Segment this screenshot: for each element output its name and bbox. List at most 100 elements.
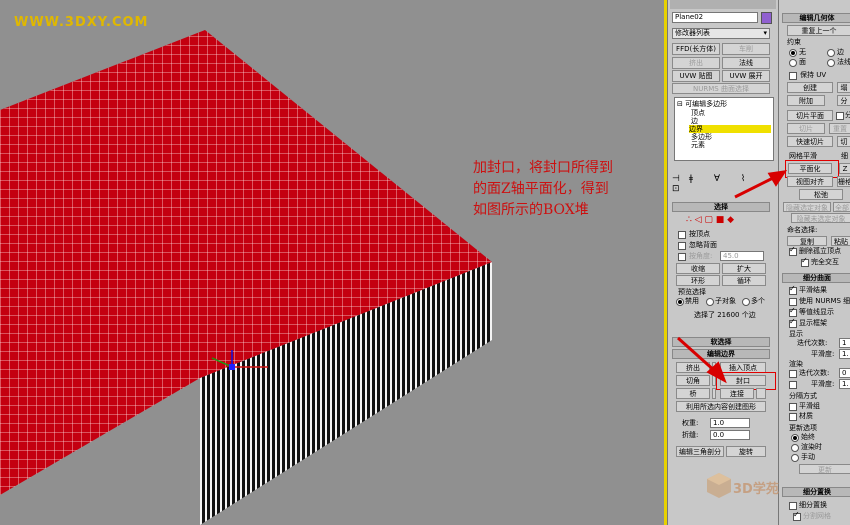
render-iter-checkbox[interactable]: [789, 370, 797, 378]
object-color-swatch[interactable]: [761, 12, 772, 24]
hide-unselected-button[interactable]: 隐藏未选定对象: [791, 213, 850, 223]
ring-button[interactable]: 环形: [676, 275, 720, 286]
stack-item-edge[interactable]: 边: [691, 117, 698, 125]
normal-mod-button[interactable]: 法线: [722, 57, 770, 69]
shrink-button[interactable]: 收缩: [676, 263, 720, 274]
uvw-unwrap-button[interactable]: UVW 展开: [722, 70, 770, 82]
tessellate-button[interactable]: 细: [841, 152, 848, 161]
repeat-last-button[interactable]: 重复上一个: [787, 25, 850, 36]
smoothing-groups-checkbox[interactable]: [789, 403, 797, 411]
stack-item-element[interactable]: 元素: [691, 141, 705, 149]
preview-off-radio[interactable]: [676, 298, 684, 306]
unhide-all-button[interactable]: 全部: [833, 202, 850, 212]
preserve-uv-checkbox[interactable]: [789, 72, 797, 80]
stack-item-border[interactable]: 边界: [689, 125, 771, 133]
stack-item-vertex[interactable]: 顶点: [691, 109, 705, 117]
create-button[interactable]: 创建: [787, 82, 833, 93]
soft-selection-rollout[interactable]: 软选择: [672, 337, 770, 347]
weight-label: 权重:: [682, 419, 699, 427]
angle-field[interactable]: 45.0: [720, 251, 764, 261]
paste-button[interactable]: 粘贴: [831, 236, 850, 246]
use-nurms-label: 使用 NURMS 细分: [799, 297, 850, 305]
uvw-map-button[interactable]: UVW 贴图: [672, 70, 720, 82]
relax-button[interactable]: 松弛: [799, 189, 843, 200]
split-checkbox[interactable]: [836, 112, 844, 120]
loop-button[interactable]: 循环: [722, 275, 766, 286]
grow-button[interactable]: 扩大: [722, 263, 766, 274]
full-interact-checkbox[interactable]: [801, 256, 809, 267]
modifier-list-dropdown[interactable]: 修改器列表 ▾: [672, 28, 770, 39]
cut-button[interactable]: 切: [837, 136, 850, 147]
by-angle-checkbox[interactable]: [678, 253, 686, 261]
edit-geometry-rollout[interactable]: 编辑几何体: [782, 13, 850, 23]
connect-button[interactable]: 连接: [720, 388, 754, 399]
isoline-checkbox[interactable]: [789, 306, 797, 317]
constraint-face-radio[interactable]: [789, 59, 797, 67]
selection-rollout-header[interactable]: 选择: [672, 202, 770, 212]
subobject-icons[interactable]: ∴ ◁ ▢ ■ ◆: [686, 215, 734, 225]
constraint-edge-radio[interactable]: [827, 49, 835, 57]
weight-field[interactable]: 1.0: [710, 418, 750, 428]
constraint-normal-radio[interactable]: [827, 59, 835, 67]
update-manual-radio[interactable]: [791, 454, 799, 462]
attach-button[interactable]: 附加: [787, 95, 825, 106]
render-smoothness-field[interactable]: 1.: [839, 379, 850, 389]
reset-plane-button[interactable]: 重置: [829, 123, 850, 134]
hide-selected-button[interactable]: 隐藏选定对象: [783, 202, 831, 212]
quickslice-button[interactable]: 快速切片: [787, 136, 833, 147]
modifier-stack[interactable]: ⊟ 可编辑多边形 顶点 边 边界 多边形 元素: [674, 97, 774, 161]
show-cage-checkbox[interactable]: [789, 317, 797, 328]
collapse-button[interactable]: 塌: [837, 82, 850, 93]
constraint-none-radio[interactable]: [789, 49, 797, 57]
slice-plane-button[interactable]: 切片平面: [787, 110, 833, 121]
perspective-viewport[interactable]: WWW.3DXY.COM 加封口，将封口所得到 的面Z轴平面化，得到 如图所示的…: [0, 0, 664, 525]
by-vertex-checkbox[interactable]: [678, 231, 686, 239]
render-iterations-field[interactable]: 0: [839, 368, 850, 378]
bridge-settings-icon[interactable]: [712, 388, 716, 399]
slice-button[interactable]: 切片: [787, 123, 825, 134]
delete-isolated-label: 删除孤立顶点: [799, 247, 841, 255]
stack-item-polygon[interactable]: 多边形: [691, 133, 712, 141]
object-name-field[interactable]: Plane02: [672, 12, 758, 23]
iterations-field[interactable]: 1: [839, 338, 850, 348]
geometry-panel: 编辑几何体 重复上一个 约束 无 边 面 法线 保持 UV 创建 塌 附加 分 …: [778, 0, 850, 525]
bridge-button[interactable]: 桥: [676, 388, 710, 399]
grid-align-button[interactable]: 栅格: [837, 176, 850, 187]
update-render-radio[interactable]: [791, 444, 799, 452]
subdiv-displacement-rollout[interactable]: 细分置换: [782, 487, 850, 497]
ignore-backface-checkbox[interactable]: [678, 242, 686, 250]
detach-button[interactable]: 分: [837, 95, 850, 106]
preview-sub-radio[interactable]: [706, 298, 714, 306]
connect-settings-icon[interactable]: [756, 388, 766, 399]
extrude-mod-button[interactable]: 挤出: [672, 57, 720, 69]
nurms-select-button[interactable]: NURMS 曲面选择: [672, 83, 770, 94]
update-button[interactable]: 更新: [799, 464, 850, 474]
view-align-button[interactable]: 视图对齐: [787, 176, 833, 187]
split-mesh-checkbox[interactable]: [793, 510, 801, 521]
smoothness-field[interactable]: 1.: [839, 349, 850, 359]
crease-field[interactable]: 0.0: [710, 430, 750, 440]
preview-multi-radio[interactable]: [742, 298, 750, 306]
create-shape-button[interactable]: 利用所选内容创建图形: [676, 401, 766, 412]
edit-borders-rollout[interactable]: 编辑边界: [672, 349, 770, 359]
stack-toolbar[interactable]: ⊣ǂ ∀ ⌇ ⊡: [672, 174, 770, 194]
extrude-button[interactable]: 挤出: [676, 362, 710, 373]
materials-checkbox[interactable]: [789, 413, 797, 421]
subdiv-disp-checkbox[interactable]: [789, 502, 797, 510]
update-always-radio[interactable]: [791, 434, 799, 442]
turn-button[interactable]: 旋转: [726, 446, 766, 457]
edit-tri-button[interactable]: 编辑三角剖分: [676, 446, 724, 457]
update-options-label: 更新选项: [789, 424, 817, 432]
delete-isolated-checkbox[interactable]: [789, 245, 797, 256]
use-nurms-checkbox[interactable]: [789, 298, 797, 306]
chamfer-button[interactable]: 切角: [676, 375, 710, 386]
command-tabs[interactable]: [670, 0, 776, 9]
update-always-label: 始终: [801, 433, 815, 441]
render-smooth-checkbox[interactable]: [789, 381, 797, 389]
stack-root[interactable]: ⊟ 可编辑多边形: [677, 100, 727, 108]
axis-z-button[interactable]: Z: [839, 163, 850, 174]
ffd-button[interactable]: FFD(长方体): [672, 43, 720, 55]
subdivision-rollout[interactable]: 细分曲面: [782, 273, 850, 283]
lathe-button[interactable]: 车削: [722, 43, 770, 55]
smooth-result-checkbox[interactable]: [789, 284, 797, 295]
